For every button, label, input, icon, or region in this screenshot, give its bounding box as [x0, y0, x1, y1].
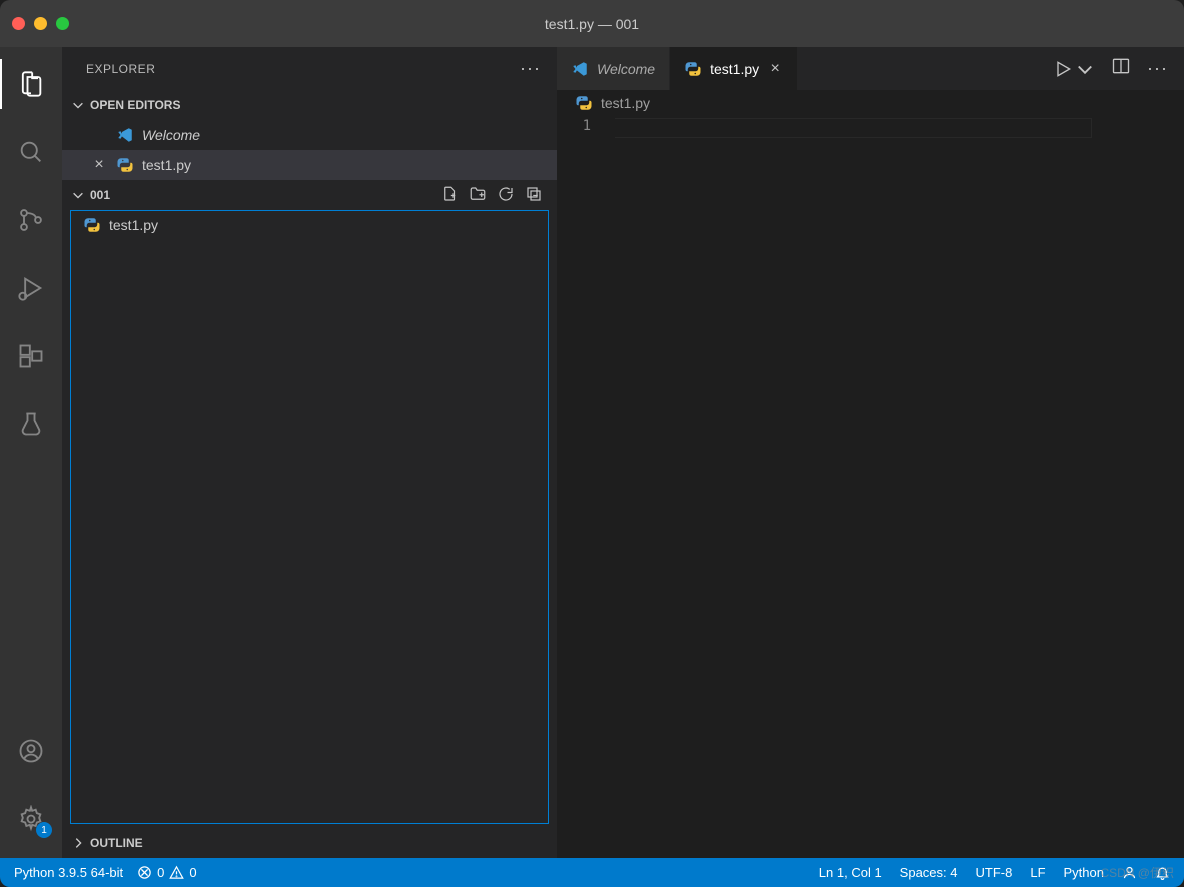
- explorer-activity-icon[interactable]: [0, 59, 62, 109]
- python-icon: [116, 156, 134, 174]
- close-icon[interactable]: ×: [767, 60, 783, 78]
- tab-welcome-label: Welcome: [597, 61, 655, 77]
- open-editor-test1[interactable]: × test1.py: [62, 150, 557, 180]
- folder-name: 001: [90, 188, 110, 202]
- settings-badge: 1: [36, 822, 52, 838]
- status-indentation[interactable]: Spaces: 4: [900, 865, 958, 880]
- status-language[interactable]: Python: [1064, 865, 1104, 880]
- current-line-highlight: [615, 118, 1092, 138]
- line-number: 1: [557, 118, 591, 134]
- tab-test1[interactable]: test1.py ×: [670, 47, 798, 90]
- window-close-button[interactable]: [12, 17, 25, 30]
- activity-bar: 1: [0, 47, 62, 858]
- outline-label: OUTLINE: [90, 836, 143, 850]
- python-icon: [684, 60, 702, 78]
- new-folder-icon[interactable]: [469, 185, 487, 206]
- open-editor-welcome[interactable]: Welcome: [62, 120, 557, 150]
- window-controls: [12, 17, 69, 30]
- watermark: CSDN @伊织: [1100, 864, 1174, 881]
- collapse-all-icon[interactable]: [525, 185, 543, 206]
- search-activity-icon[interactable]: [0, 127, 62, 177]
- source-control-activity-icon[interactable]: [0, 195, 62, 245]
- status-python-interpreter[interactable]: Python 3.9.5 64-bit: [14, 865, 123, 880]
- chevron-down-icon[interactable]: [1075, 59, 1095, 79]
- status-encoding[interactable]: UTF-8: [976, 865, 1013, 880]
- chevron-down-icon: [70, 97, 86, 113]
- split-editor-icon[interactable]: [1111, 56, 1131, 81]
- folder-section[interactable]: 001: [62, 180, 557, 210]
- run-button[interactable]: [1053, 59, 1095, 79]
- file-item-label: test1.py: [109, 217, 158, 233]
- sidebar-title: EXPLORER: [86, 62, 155, 76]
- chevron-down-icon: [70, 187, 86, 203]
- tab-test1-label: test1.py: [710, 61, 759, 77]
- code-content[interactable]: [615, 116, 1184, 858]
- breadcrumb[interactable]: test1.py: [557, 90, 1184, 116]
- chevron-right-icon: [70, 835, 86, 851]
- window-minimize-button[interactable]: [34, 17, 47, 30]
- open-editor-welcome-label: Welcome: [142, 127, 200, 143]
- outline-section[interactable]: OUTLINE: [62, 828, 557, 858]
- settings-activity-icon[interactable]: 1: [0, 794, 62, 844]
- editor-area: Welcome test1.py × ···: [557, 47, 1184, 858]
- title-bar[interactable]: test1.py — 001: [0, 0, 1184, 47]
- sidebar: EXPLORER ··· OPEN EDITORS Welcome × test…: [62, 47, 557, 858]
- tab-welcome[interactable]: Welcome: [557, 47, 670, 90]
- status-eol[interactable]: LF: [1030, 865, 1045, 880]
- refresh-icon[interactable]: [497, 185, 515, 206]
- accounts-activity-icon[interactable]: [0, 726, 62, 776]
- vscode-icon: [571, 60, 589, 78]
- status-problems[interactable]: 0 0: [137, 865, 196, 880]
- new-file-icon[interactable]: [441, 185, 459, 206]
- status-errors: 0: [157, 865, 164, 880]
- testing-activity-icon[interactable]: [0, 399, 62, 449]
- vscode-icon: [116, 126, 134, 144]
- file-tree[interactable]: test1.py: [70, 210, 549, 824]
- editor-body[interactable]: 1: [557, 116, 1184, 858]
- editor-more-icon[interactable]: ···: [1147, 58, 1168, 79]
- open-editors-section[interactable]: OPEN EDITORS: [62, 90, 557, 120]
- open-editors-label: OPEN EDITORS: [90, 98, 180, 112]
- run-debug-activity-icon[interactable]: [0, 263, 62, 313]
- sidebar-more-icon[interactable]: ···: [520, 58, 541, 79]
- window-maximize-button[interactable]: [56, 17, 69, 30]
- line-gutter: 1: [557, 116, 615, 858]
- extensions-activity-icon[interactable]: [0, 331, 62, 381]
- open-editor-test1-label: test1.py: [142, 157, 191, 173]
- status-bar: Python 3.9.5 64-bit 0 0 Ln 1, Col 1 Spac…: [0, 858, 1184, 887]
- window-title: test1.py — 001: [545, 16, 639, 32]
- file-item-test1[interactable]: test1.py: [71, 211, 548, 239]
- tabs-row: Welcome test1.py × ···: [557, 47, 1184, 90]
- python-icon: [575, 94, 593, 112]
- status-warnings: 0: [189, 865, 196, 880]
- status-cursor-position[interactable]: Ln 1, Col 1: [819, 865, 882, 880]
- close-icon[interactable]: ×: [90, 156, 108, 174]
- python-icon: [83, 216, 101, 234]
- breadcrumb-file: test1.py: [601, 95, 650, 111]
